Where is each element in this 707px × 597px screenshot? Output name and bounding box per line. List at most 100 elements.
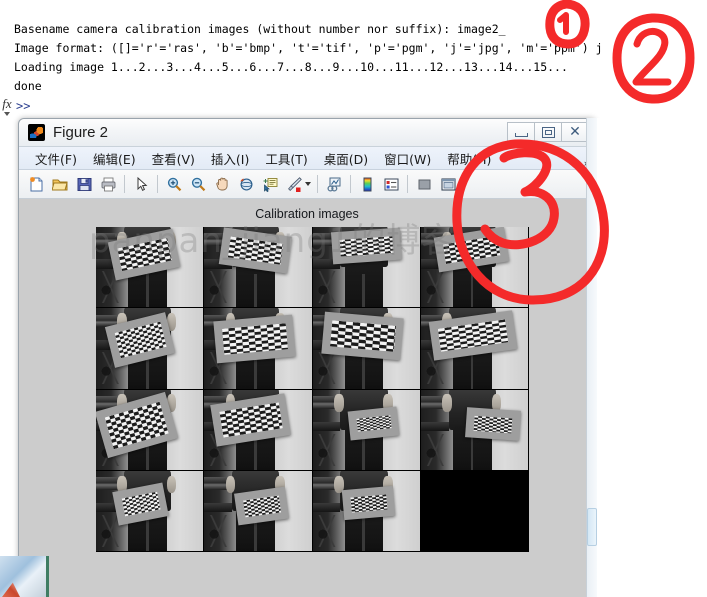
figure-canvas[interactable]: panpan_jiang1的博客 Calibration images (19, 199, 595, 597)
menu-item-view[interactable]: 查看(V) (144, 147, 203, 170)
pan-icon[interactable] (211, 173, 233, 195)
calibration-image-cell-empty[interactable] (420, 470, 529, 552)
scene-bike (207, 514, 232, 547)
calibration-image-cell[interactable] (96, 389, 205, 471)
colorbar-icon[interactable] (356, 173, 378, 195)
calibration-image-cell[interactable] (204, 308, 313, 390)
menu-item-insert[interactable]: 插入(I) (203, 147, 257, 170)
save-figure-icon[interactable] (73, 173, 95, 195)
scene-bike (315, 514, 340, 547)
calibration-image-cell[interactable] (420, 389, 529, 471)
scene-arm-l (333, 394, 344, 412)
checkerboard-pattern (113, 321, 167, 360)
checkerboard (213, 314, 296, 363)
minimize-button[interactable] (507, 122, 535, 142)
restore-button[interactable] (534, 122, 562, 142)
data-cursor-icon[interactable] (259, 173, 281, 195)
scene-shelf2 (312, 502, 341, 513)
panel-divider (46, 556, 49, 597)
scene-bike (315, 271, 340, 304)
edit-pointer-icon[interactable] (130, 173, 152, 195)
checkerboard (341, 486, 396, 522)
menu-item-tools[interactable]: 工具(T) (257, 147, 315, 170)
restore-icon (541, 126, 555, 138)
toolbar-separator (317, 175, 318, 193)
figure-menubar[interactable]: 文件(F) 编辑(E) 查看(V) 插入(I) 工具(T) 桌面(D) 窗口(W… (19, 147, 595, 170)
screenshot-root: Basename camera calibration images (with… (0, 0, 707, 597)
fx-icon[interactable]: fx (0, 96, 14, 116)
brush-icon[interactable] (283, 173, 305, 195)
command-prompt-row[interactable]: fx >> (0, 96, 30, 116)
rotate-3d-icon[interactable] (235, 173, 257, 195)
calibration-image-cell[interactable] (96, 470, 205, 552)
print-figure-icon[interactable] (97, 173, 119, 195)
scene-bike (423, 271, 448, 304)
checkerboard-pattern (221, 322, 288, 355)
scene-shelf2 (420, 421, 449, 432)
close-button[interactable]: ✕ (561, 122, 589, 142)
menu-item-desktop[interactable]: 桌面(D) (316, 147, 376, 170)
scene-legs (344, 263, 384, 308)
menu-item-help[interactable]: 帮助(H) (439, 147, 499, 170)
checkerboard-pattern (472, 414, 513, 434)
checkerboard-pattern (104, 400, 170, 449)
calibration-image-cell[interactable] (312, 389, 421, 471)
toolbar-separator (124, 175, 125, 193)
fx-dropdown-arrow-icon[interactable] (4, 112, 10, 116)
background-panel-right (596, 118, 707, 597)
axes-title: Calibration images (255, 207, 359, 221)
link-plot-icon[interactable] (323, 173, 345, 195)
checkerboard-pattern (329, 319, 397, 352)
matlab-command-window[interactable]: Basename camera calibration images (with… (0, 0, 707, 120)
menu-item-window[interactable]: 窗口(W) (376, 147, 439, 170)
checkerboard-pattern (242, 495, 282, 518)
command-output-line: Image format: ([]='r'='ras', 'b'='bmp', … (14, 41, 603, 55)
scene-bike (207, 271, 232, 304)
figure-titlebar[interactable]: Figure 2 ✕ (19, 119, 595, 147)
figure-window[interactable]: Figure 2 ✕ 文件(F) 编辑(E) 查看(V) 插入(I) 工具(T)… (18, 118, 596, 597)
scene-arm-l (225, 475, 236, 494)
scene-shelf2 (204, 502, 233, 513)
close-icon: ✕ (569, 124, 581, 140)
calibration-image-mosaic[interactable] (96, 227, 529, 552)
menu-item-edit[interactable]: 编辑(E) (85, 147, 144, 170)
scene-arm-l (442, 394, 452, 412)
menu-item-file[interactable]: 文件(F) (27, 147, 85, 170)
calibration-image-cell[interactable] (420, 308, 529, 390)
vertical-scrollbar-thumb[interactable] (587, 508, 597, 546)
fx-icon-label: fx (2, 96, 12, 111)
command-output-line: Loading image 1...2...3...4...5...6...7.… (14, 60, 568, 74)
checkerboard (347, 406, 400, 441)
minimize-icon (514, 132, 528, 137)
prompt-chevron: >> (16, 99, 31, 113)
toolbar-separator (350, 175, 351, 193)
scene-legs (452, 263, 492, 308)
checkerboard-pattern (349, 494, 388, 513)
new-figure-icon[interactable] (25, 173, 47, 195)
command-output-line: Basename camera calibration images (with… (14, 22, 506, 36)
scene-bike (423, 433, 448, 466)
calibration-image-cell[interactable] (312, 308, 421, 390)
calibration-image-cell[interactable] (96, 308, 205, 390)
window-controls[interactable]: ✕ (507, 122, 589, 142)
figure-window-title: Figure 2 (53, 124, 109, 141)
figure-toolbar[interactable] (19, 170, 595, 199)
command-output-line: done (14, 79, 42, 93)
checkerboard (321, 311, 405, 360)
show-plot-tools-icon[interactable] (437, 173, 459, 195)
checkerboard-pattern (355, 414, 392, 432)
calibration-image-cell[interactable] (204, 470, 313, 552)
checkerboard (464, 406, 521, 442)
scene-arm-r (166, 475, 177, 494)
zoom-out-icon[interactable] (187, 173, 209, 195)
checkerboard-pattern (437, 319, 509, 352)
toolbar-separator (407, 175, 408, 193)
matlab-logo-icon (28, 124, 45, 141)
zoom-in-icon[interactable] (163, 173, 185, 195)
open-file-icon[interactable] (49, 173, 71, 195)
calibration-image-cell[interactable] (312, 470, 421, 552)
calibration-image-cell[interactable] (204, 389, 313, 471)
taskbar-thumbnail[interactable] (0, 556, 46, 597)
hide-plot-tools-icon[interactable] (413, 173, 435, 195)
legend-icon[interactable] (380, 173, 402, 195)
